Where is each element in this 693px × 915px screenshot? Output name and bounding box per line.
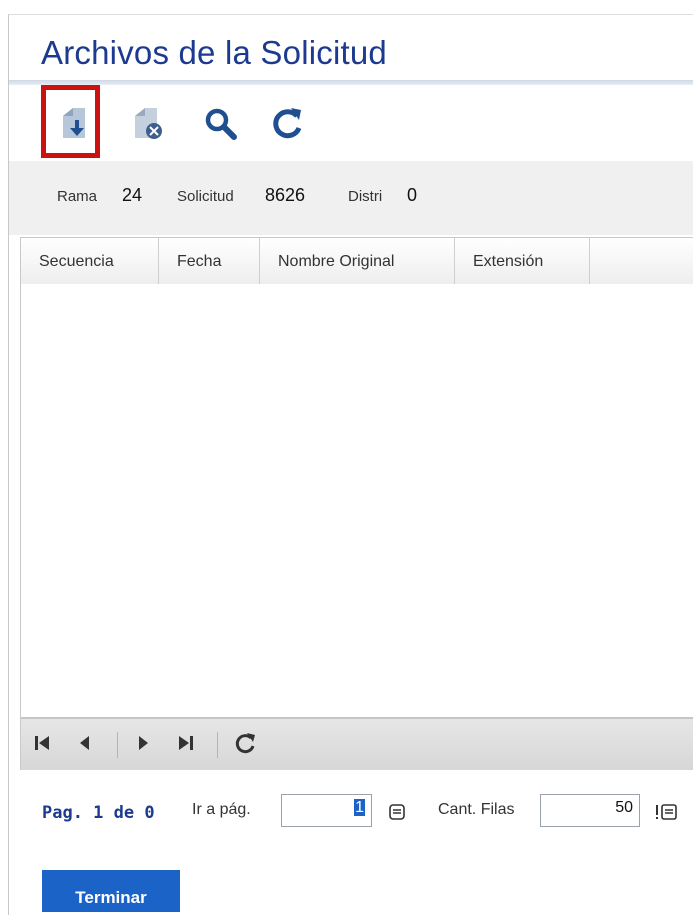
download-file-button[interactable] (45, 85, 105, 161)
rama-label: Rama (57, 188, 98, 205)
pager-separator (217, 732, 218, 758)
refresh-icon (273, 108, 302, 139)
rama-value: 24 (122, 185, 143, 205)
delete-file-button[interactable] (117, 85, 177, 161)
column-header-extension[interactable]: Extensión (455, 238, 590, 284)
column-header-secuencia[interactable]: Secuencia (21, 238, 159, 284)
pager-toolbar (20, 717, 693, 770)
grid-body (20, 284, 693, 717)
prev-page-icon[interactable] (77, 733, 93, 753)
goto-page-value: 1 (354, 799, 365, 816)
rows-count-input[interactable]: 50 (540, 794, 640, 827)
page-indicator: Pag. 1 de 0 (42, 803, 155, 823)
rows-count-label: Cant. Filas (438, 801, 515, 818)
first-page-icon[interactable] (33, 733, 51, 753)
grid-header: Secuencia Fecha Nombre Original Extensió… (20, 237, 693, 285)
goto-page-input[interactable]: 1 (281, 794, 372, 827)
next-page-icon[interactable] (135, 733, 151, 753)
column-header-fecha[interactable]: Fecha (159, 238, 260, 284)
file-delete-icon (135, 108, 162, 139)
refresh-icon[interactable] (233, 731, 257, 755)
pager-separator (117, 732, 118, 758)
column-header-nombre-original[interactable]: Nombre Original (260, 238, 455, 284)
search-icon (205, 108, 237, 140)
goto-page-label: Ir a pág. (192, 801, 251, 818)
go-page-icon[interactable] (388, 803, 406, 821)
last-page-icon[interactable] (177, 733, 195, 753)
page-title: Archivos de la Solicitud (41, 34, 387, 71)
file-download-icon (63, 108, 85, 138)
search-button[interactable] (191, 85, 251, 161)
distri-label: Distri (348, 188, 383, 205)
solicitud-value: 8626 (265, 185, 306, 205)
refresh-button[interactable] (257, 85, 317, 161)
request-info-bar: Rama 24 Solicitud 8626 Distri 0 (9, 161, 693, 235)
finish-button[interactable]: Terminar (42, 870, 180, 912)
distri-value: 0 (407, 185, 418, 205)
rows-count-value: 50 (615, 799, 633, 816)
toolbar (9, 85, 693, 161)
apply-rows-icon[interactable] (655, 803, 679, 821)
solicitud-label: Solicitud (177, 188, 234, 205)
